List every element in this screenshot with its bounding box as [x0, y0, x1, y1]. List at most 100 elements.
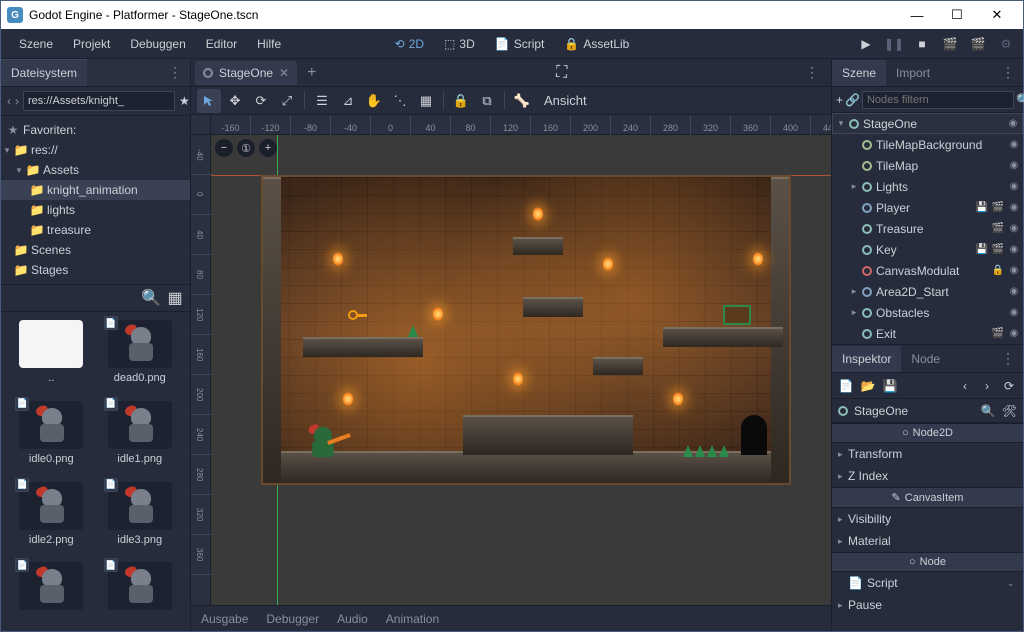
inspector-prop-visibility[interactable]: ▸Visibility [832, 508, 1023, 530]
eye-icon[interactable]: ◉ [1007, 159, 1021, 173]
maximize-button[interactable]: ☐ [937, 1, 977, 29]
eye-icon[interactable]: ◉ [1007, 306, 1021, 320]
film-icon[interactable]: 🎬 [991, 222, 1005, 236]
fs-back-button[interactable]: ‹ [7, 91, 11, 111]
scene-filter-input[interactable] [862, 91, 1014, 109]
list-tool[interactable]: ☰ [310, 89, 334, 113]
eye-icon[interactable]: ◉ [1007, 222, 1021, 236]
stop-button[interactable]: ■ [913, 35, 931, 53]
inspector-prop-script[interactable]: 📄Script⌄ [832, 572, 1023, 594]
fs-path-input[interactable] [23, 91, 175, 111]
inspector-prop-pause[interactable]: ▸Pause [832, 594, 1023, 616]
menu-scene[interactable]: Szene [9, 37, 63, 51]
minimize-button[interactable]: — [897, 1, 937, 29]
play-custom-button[interactable]: 🎬 [969, 35, 987, 53]
film-icon[interactable]: 🎬 [991, 201, 1005, 215]
scene-node-key[interactable]: Key💾🎬◉ [832, 239, 1023, 260]
thumb-idle3[interactable]: 📄 idle3.png [98, 482, 183, 555]
pan-tool[interactable]: ✋ [362, 89, 386, 113]
scene-node-canvasmodulat[interactable]: CanvasModulat🔒◉ [832, 260, 1023, 281]
eye-icon[interactable]: ◉ [1007, 180, 1021, 194]
move-tool[interactable]: ✥ [223, 89, 247, 113]
rotate-tool[interactable]: ⟳ [249, 89, 273, 113]
close-button[interactable]: ✕ [977, 1, 1017, 29]
inspector-prop-transform[interactable]: ▸Transform [832, 443, 1023, 465]
menu-help[interactable]: Hilfe [247, 37, 291, 51]
zoom-out-button[interactable]: − [215, 139, 233, 157]
fs-folder-assets[interactable]: ▾📁Assets [1, 160, 190, 180]
inspector-search-icon[interactable]: 🔍 [981, 404, 996, 418]
workspace-3d-tab[interactable]: ⬚3D [436, 33, 483, 55]
eye-icon[interactable]: ◉ [1007, 243, 1021, 257]
scene-tab-stageone[interactable]: StageOne ✕ [195, 61, 297, 85]
view-menu[interactable]: Ansicht [536, 89, 595, 113]
fs-folder-treasure[interactable]: 📁treasure [1, 220, 190, 240]
debugger-tab[interactable]: Debugger [266, 612, 319, 626]
fs-grid-view-icon[interactable]: ▦ [166, 289, 184, 307]
render-button[interactable]: ⚙ [997, 35, 1015, 53]
workspace-assetlib-tab[interactable]: 🔒AssetLib [556, 33, 637, 55]
thumb-idle1[interactable]: 📄 idle1.png [98, 401, 183, 474]
history-fwd-icon[interactable]: › [979, 378, 995, 394]
scene-dock-more[interactable]: ⋮ [993, 64, 1023, 81]
grid-tool[interactable]: ▦ [414, 89, 438, 113]
select-tool[interactable] [197, 89, 221, 113]
distraction-free-icon[interactable]: ⛶ [548, 64, 575, 82]
save-icon[interactable]: 💾 [975, 243, 989, 257]
eye-icon[interactable]: ◉ [1007, 201, 1021, 215]
scene-node-player[interactable]: Player💾🎬◉ [832, 197, 1023, 218]
thumb-extra1[interactable]: 📄 [9, 562, 94, 623]
fs-search-icon[interactable]: 🔍 [142, 289, 160, 307]
scene-node-exit[interactable]: Exit🎬◉ [832, 323, 1023, 344]
fs-folder-scenes[interactable]: 📁Scenes [1, 240, 190, 260]
menu-project[interactable]: Projekt [63, 37, 120, 51]
output-tab[interactable]: Ausgabe [201, 612, 248, 626]
thumb-parent-folder[interactable]: .. [9, 320, 94, 393]
thumb-dead0[interactable]: 📄 dead0.png [98, 320, 183, 393]
eye-icon[interactable]: ◉ [1007, 264, 1021, 278]
scene-node-lights[interactable]: ▸Lights◉ [832, 176, 1023, 197]
workspace-script-tab[interactable]: 📄Script [487, 33, 553, 55]
fs-folder-knight-animation[interactable]: 📁knight_animation [1, 180, 190, 200]
fs-dock-more[interactable]: ⋮ [160, 64, 190, 81]
inspector-dock-more[interactable]: ⋮ [993, 350, 1023, 367]
viewport[interactable]: -160-120-80-4004080120160200240280320360… [191, 115, 831, 605]
fs-favorites-header[interactable]: ★Favoriten: [1, 120, 190, 140]
scene-node-obstacles[interactable]: ▸Obstacles◉ [832, 302, 1023, 323]
scene-node-tilemap[interactable]: TileMap◉ [832, 155, 1023, 176]
thumb-idle0[interactable]: 📄 idle0.png [9, 401, 94, 474]
new-resource-icon[interactable]: 📄 [838, 378, 854, 394]
close-tab-icon[interactable]: ✕ [279, 66, 289, 80]
play-button[interactable]: ▶ [857, 35, 875, 53]
eye-icon[interactable]: ◉ [1007, 138, 1021, 152]
bone-tool[interactable]: 🦴 [510, 89, 534, 113]
inspector-tab[interactable]: Inspektor [832, 346, 901, 372]
pause-button[interactable]: ❚❚ [885, 35, 903, 53]
workspace-2d-tab[interactable]: ⟲2D [387, 33, 432, 55]
link-node-button[interactable]: 🔗 [845, 90, 860, 110]
scene-search-icon[interactable]: 🔍 [1016, 90, 1024, 110]
zoom-in-button[interactable]: + [259, 139, 277, 157]
refresh-icon[interactable]: ⟳ [1001, 378, 1017, 394]
lock-icon[interactable]: 🔒 [991, 264, 1005, 278]
snap-tool[interactable]: ⋱ [388, 89, 412, 113]
scene-dock-tab[interactable]: Szene [832, 60, 886, 86]
play-scene-button[interactable]: 🎬 [941, 35, 959, 53]
film-icon[interactable]: 🎬 [991, 327, 1005, 341]
audio-tab[interactable]: Audio [337, 612, 368, 626]
zoom-reset-button[interactable]: ① [237, 139, 255, 157]
inspector-prop-material[interactable]: ▸Material [832, 530, 1023, 552]
save-icon[interactable]: 💾 [975, 201, 989, 215]
fs-favorite-button[interactable]: ★ [179, 91, 190, 111]
save-resource-icon[interactable]: 💾 [882, 378, 898, 394]
node-dock-tab[interactable]: Node [901, 346, 950, 372]
inspector-tools-icon[interactable]: 🛠 [1002, 404, 1017, 418]
history-back-icon[interactable]: ‹ [957, 378, 973, 394]
scene-tabs-more[interactable]: ⋮ [797, 64, 827, 81]
menu-editor[interactable]: Editor [196, 37, 247, 51]
film-icon[interactable]: 🎬 [991, 243, 1005, 257]
group-tool[interactable]: ⧉ [475, 89, 499, 113]
menu-debug[interactable]: Debuggen [120, 37, 195, 51]
fs-folder-lights[interactable]: 📁lights [1, 200, 190, 220]
add-scene-tab[interactable]: + [297, 64, 326, 82]
